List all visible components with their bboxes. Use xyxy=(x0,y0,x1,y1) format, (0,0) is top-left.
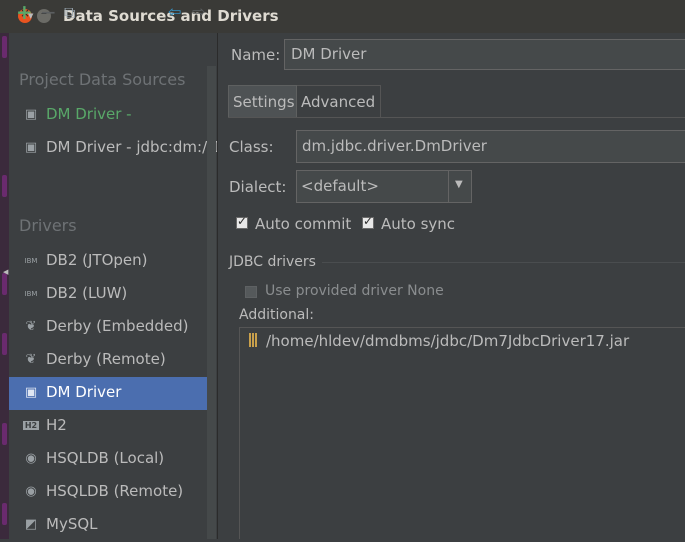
sidebar-item-h2[interactable]: H2 H2 xyxy=(9,410,209,443)
datasource-icon: ▣ xyxy=(24,107,38,122)
sidebar-item-hsqldb-remote[interactable]: ◉ HSQLDB (Remote) xyxy=(9,476,209,509)
sidebar-scrollbar[interactable] xyxy=(207,66,216,539)
auto-sync-label[interactable]: Auto sync xyxy=(381,215,455,233)
launcher-item xyxy=(2,423,7,445)
sidebar-item-mysql[interactable]: ◩ MySQL xyxy=(9,509,209,542)
derby-icon: ❦ xyxy=(25,352,37,367)
checkmark-icon: ✓ xyxy=(237,214,248,228)
tab-settings[interactable]: Settings xyxy=(228,85,297,117)
section-divider xyxy=(322,262,685,263)
jar-file-icon xyxy=(249,333,258,347)
additional-label: Additional: xyxy=(239,307,314,323)
remove-icon[interactable]: − xyxy=(40,0,57,24)
forward-arrow-icon[interactable]: ⇨ xyxy=(192,2,205,21)
auto-commit-checkbox[interactable]: ✓ xyxy=(236,214,248,229)
auto-sync-checkbox[interactable]: ✓ xyxy=(362,214,374,229)
sidebar-item-label: H2 xyxy=(46,416,67,434)
sidebar-item-derby-remote[interactable]: ❦ Derby (Remote) xyxy=(9,344,209,377)
checkmark-icon: ✓ xyxy=(363,214,374,228)
sidebar-item-db2-luw[interactable]: IBM DB2 (LUW) xyxy=(9,278,209,311)
sidebar-item-dm-driver-jdbc[interactable]: ▣ DM Driver - jdbc:dm://1 xyxy=(9,132,222,165)
launcher-strip xyxy=(0,33,9,539)
list-item[interactable]: /home/hldev/dmdbms/jdbc/Dm7JdbcDriver17.… xyxy=(266,332,629,350)
name-label: Name: xyxy=(231,46,281,64)
sidebar-item-label: HSQLDB (Local) xyxy=(46,449,165,467)
mysql-icon: ◩ xyxy=(24,517,38,532)
auto-commit-label[interactable]: Auto commit xyxy=(255,215,351,233)
tab-divider xyxy=(228,117,685,118)
hsqldb-icon: ◉ xyxy=(25,484,37,499)
duplicate-icon[interactable]: ⧉ xyxy=(64,3,75,23)
dialect-value: <default> xyxy=(301,177,379,195)
derby-icon: ❦ xyxy=(25,319,37,334)
sidebar-item-db2-jtopen[interactable]: IBM DB2 (JTOpen) xyxy=(9,245,209,278)
launcher-item xyxy=(2,36,7,58)
tab-label: Advanced xyxy=(301,93,376,111)
tab-advanced[interactable]: Advanced xyxy=(297,85,381,117)
sidebar-item-label: DM Driver - jdbc:dm://1 xyxy=(46,138,222,156)
sidebar-item-label: MySQL xyxy=(46,515,98,533)
sidebar-item-label: Derby (Remote) xyxy=(46,350,166,368)
datasource-icon: ▣ xyxy=(24,140,38,155)
launcher-item xyxy=(2,333,7,355)
use-provided-driver-label[interactable]: Use provided driver None xyxy=(265,283,444,299)
use-provided-driver-checkbox[interactable] xyxy=(245,286,257,298)
sidebar-item-label: DB2 (LUW) xyxy=(46,284,128,302)
back-arrow-icon[interactable]: ⇦ xyxy=(168,2,181,21)
class-label: Class: xyxy=(229,138,274,156)
sidebar-item-dm-driver-project[interactable]: ▣ DM Driver - xyxy=(9,99,209,132)
sidebar-item-derby-embedded[interactable]: ❦ Derby (Embedded) xyxy=(9,311,209,344)
launcher-item xyxy=(2,175,7,197)
launcher-item xyxy=(2,273,7,295)
ibm-icon: IBM xyxy=(24,290,38,298)
sidebar-item-label: HSQLDB (Remote) xyxy=(46,482,184,500)
h2-icon: H2 xyxy=(23,421,39,430)
dialect-label: Dialect: xyxy=(229,178,287,196)
hsqldb-icon: ◉ xyxy=(25,451,37,466)
drivers-heading: Drivers xyxy=(19,216,77,235)
dialect-select[interactable]: <default> ▼ xyxy=(296,170,472,203)
sidebar-item-label: DB2 (JTOpen) xyxy=(46,251,148,269)
project-data-sources-heading: Project Data Sources xyxy=(19,70,186,89)
ibm-icon: IBM xyxy=(24,257,38,265)
name-input[interactable]: DM Driver xyxy=(284,39,685,70)
sidebar-item-label: DM Driver - xyxy=(46,105,132,123)
collapse-arrow-icon[interactable]: ◀ xyxy=(3,268,8,276)
tab-label: Settings xyxy=(233,93,295,111)
sidebar-item-label: DM Driver xyxy=(46,383,122,401)
datasource-icon: ▣ xyxy=(24,385,38,400)
chevron-down-icon[interactable]: ▼ xyxy=(455,179,463,190)
dialect-separator xyxy=(448,171,449,202)
sidebar-item-dm-driver[interactable]: ▣ DM Driver xyxy=(9,377,216,410)
launcher-item xyxy=(2,503,7,525)
class-input[interactable]: dm.jdbc.driver.DmDriver xyxy=(296,130,685,163)
add-dropdown-icon[interactable]: ▼ xyxy=(28,12,33,20)
sidebar-item-label: Derby (Embedded) xyxy=(46,317,189,335)
jdbc-drivers-heading: JDBC drivers xyxy=(229,254,316,270)
sidebar-item-hsqldb-local[interactable]: ◉ HSQLDB (Local) xyxy=(9,443,209,476)
driver-files-list[interactable] xyxy=(239,327,685,539)
